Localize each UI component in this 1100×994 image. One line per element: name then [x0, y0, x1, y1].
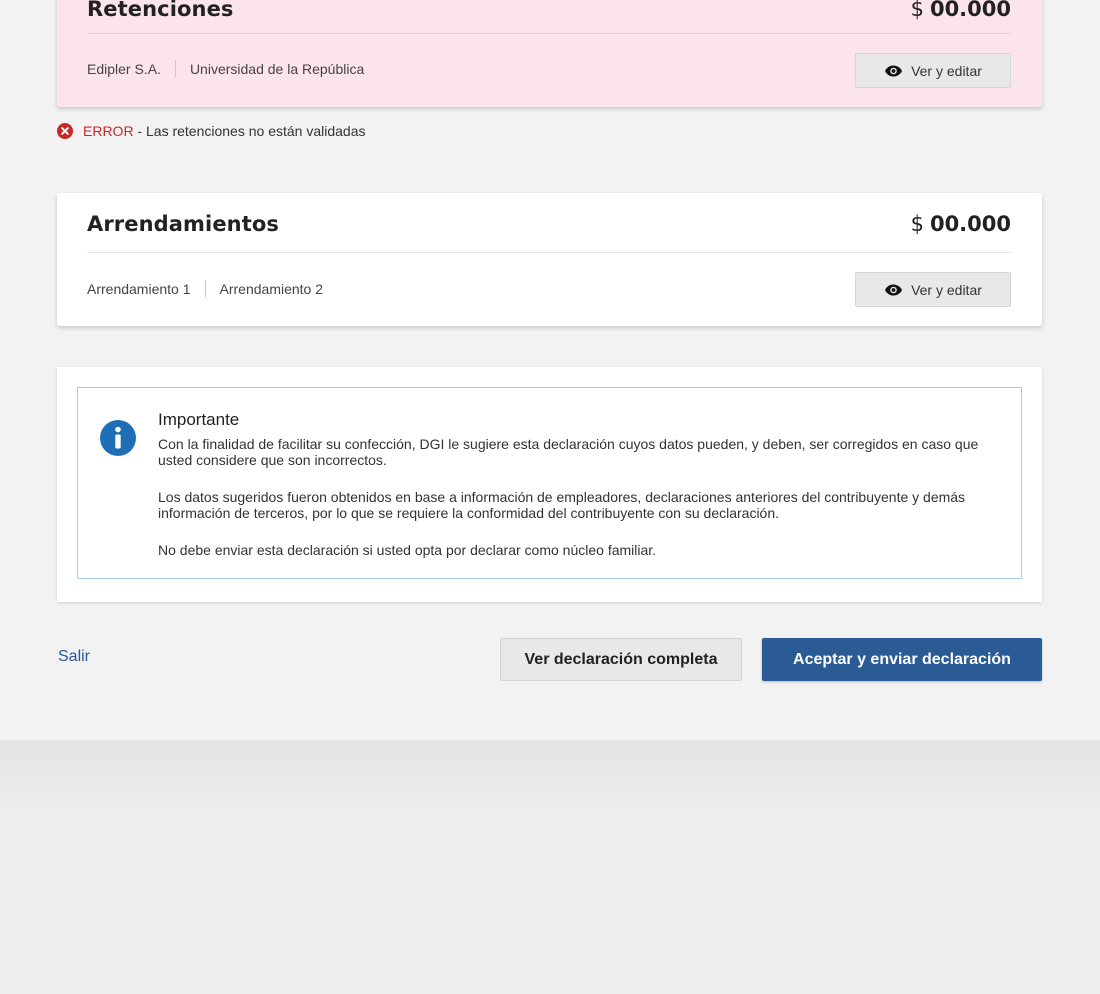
lease-item: Arrendamiento 1 — [87, 280, 191, 297]
button-label: Ver y editar — [911, 62, 982, 79]
info-circle-icon — [100, 420, 136, 456]
error-tag: ERROR — [83, 123, 134, 139]
arrendamientos-items: Arrendamiento 1 Arrendamiento 2 — [87, 280, 323, 297]
currency-symbol: $ — [910, 212, 924, 236]
retenciones-payers: Edipler S.A. Universidad de la República — [87, 60, 364, 77]
payer-item: Universidad de la República — [189, 60, 365, 77]
eye-icon — [884, 64, 903, 78]
info-card: Importante Con la finalidad de facilitar… — [57, 367, 1042, 602]
lease-item: Arrendamiento 2 — [219, 280, 324, 297]
retenciones-amount: $00.000 — [911, 0, 1011, 21]
view-full-declaration-button[interactable]: Ver declaración completa — [500, 638, 742, 681]
arrendamientos-card: Arrendamientos $00.000 Arrendamiento 1 A… — [57, 193, 1042, 326]
arrendamientos-view-edit-button[interactable]: Ver y editar — [855, 272, 1011, 307]
arrendamientos-amount: $00.000 — [911, 212, 1011, 236]
error-message: - Las retenciones no están validadas — [133, 123, 366, 139]
eye-icon — [884, 283, 903, 297]
exit-link[interactable]: Salir — [58, 648, 90, 666]
info-notice: Importante Con la finalidad de facilitar… — [77, 387, 1022, 579]
error-circle-icon — [57, 123, 73, 139]
arrendamientos-title: Arrendamientos — [87, 212, 279, 236]
accept-and-send-button[interactable]: Aceptar y enviar declaración — [762, 638, 1042, 681]
card-divider — [87, 252, 1011, 253]
card-divider — [87, 33, 1011, 34]
amount-value: 00.000 — [929, 212, 1011, 236]
validation-error: ERROR - Las retenciones no están validad… — [57, 123, 366, 139]
retenciones-card: Retenciones $00.000 Edipler S.A. Univers… — [57, 0, 1042, 107]
info-title: Importante — [158, 410, 240, 429]
main-content: Retenciones $00.000 Edipler S.A. Univers… — [0, 0, 1100, 740]
retenciones-title: Retenciones — [87, 0, 234, 21]
retenciones-view-edit-button[interactable]: Ver y editar — [855, 53, 1011, 88]
separator — [204, 280, 206, 297]
separator — [174, 60, 176, 77]
payer-item: Edipler S.A. — [87, 60, 161, 77]
currency-symbol: $ — [910, 0, 924, 21]
info-paragraph: Los datos sugeridos fueron obtenidos en … — [158, 489, 966, 521]
button-label: Ver y editar — [911, 281, 982, 298]
info-paragraph: No debe enviar esta declaración si usted… — [158, 542, 657, 558]
info-paragraph: Con la finalidad de facilitar su confecc… — [158, 436, 979, 468]
page-footer — [0, 740, 1100, 994]
amount-value: 00.000 — [929, 0, 1011, 21]
